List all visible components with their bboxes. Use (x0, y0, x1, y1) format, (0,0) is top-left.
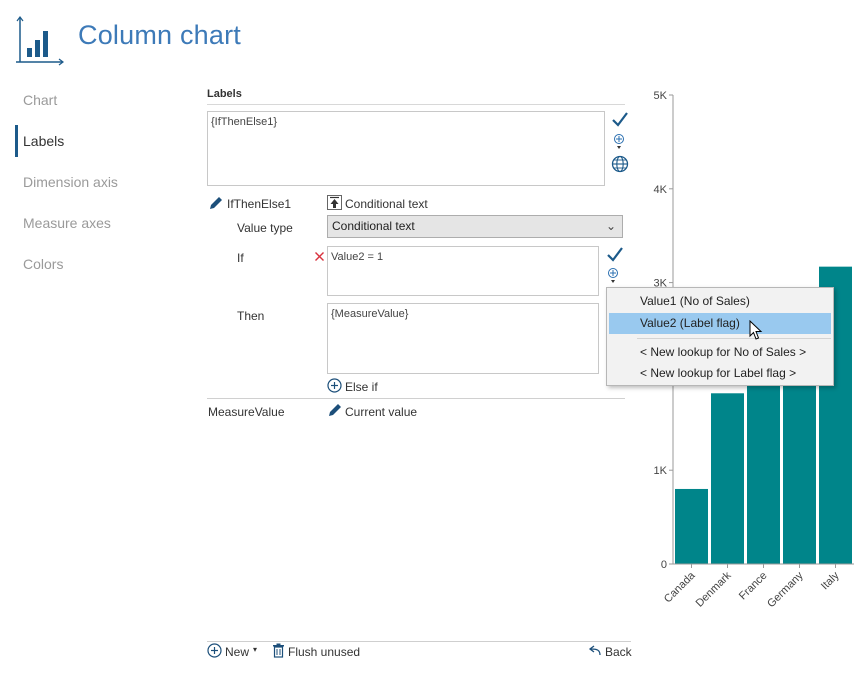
chevron-down-icon: ⌄ (605, 219, 616, 233)
y-tick-label: 4K (654, 184, 668, 196)
new-button[interactable]: New (225, 645, 249, 659)
section-title: Labels (207, 88, 242, 100)
nav-item-measure-axes[interactable]: Measure axes (23, 215, 111, 231)
globe-icon[interactable] (611, 155, 629, 173)
apply-check-icon[interactable] (611, 111, 629, 129)
conditional-text-button[interactable]: Conditional text (345, 197, 428, 211)
value-type-select[interactable]: Conditional text ⌄ (327, 215, 623, 238)
nav-item-dimension-axis[interactable]: Dimension axis (23, 174, 118, 190)
labels-expression-input[interactable]: {IfThenElse1} (207, 111, 605, 186)
y-tick-label: 0 (661, 559, 667, 571)
bar-france (747, 381, 780, 564)
nav-item-chart[interactable]: Chart (23, 92, 57, 108)
dropdown-separator (637, 338, 831, 339)
apply-check-icon[interactable] (606, 246, 624, 264)
bar-denmark (711, 393, 744, 564)
upload-icon[interactable] (327, 195, 342, 210)
else-if-button[interactable]: Else if (345, 380, 378, 394)
mouse-cursor-icon (749, 319, 765, 342)
insert-field-icon[interactable] (607, 267, 619, 285)
section-divider (207, 104, 625, 105)
edit-pencil-icon[interactable] (327, 402, 343, 418)
nav-item-colors[interactable]: Colors (23, 256, 63, 272)
x-tick-label: Italy (819, 569, 842, 592)
if-label: If (237, 251, 244, 265)
y-tick-label: 1K (654, 465, 668, 477)
new-dropdown-arrow-icon[interactable]: ▾ (253, 645, 257, 654)
page-title: Column chart (78, 20, 241, 50)
add-circle-icon[interactable] (327, 378, 342, 393)
divider (207, 398, 625, 399)
x-tick-label: France (737, 570, 770, 603)
add-circle-icon[interactable] (207, 643, 222, 658)
then-value-input[interactable]: {MeasureValue} (327, 303, 599, 374)
dropdown-item-lookup-label-flag[interactable]: < New lookup for Label flag > (609, 363, 831, 384)
ifthenelse-name: IfThenElse1 (227, 197, 292, 211)
trash-icon[interactable] (272, 643, 285, 658)
value-type-label: Value type (237, 221, 293, 235)
x-tick-label: Canada (662, 569, 698, 605)
chart-type-icon (14, 16, 64, 66)
remove-condition-icon[interactable] (314, 251, 325, 262)
flush-unused-button[interactable]: Flush unused (288, 645, 360, 659)
insert-field-icon[interactable] (613, 133, 625, 151)
dropdown-item-lookup-no-of-sales[interactable]: < New lookup for No of Sales > (609, 342, 831, 363)
back-arrow-icon[interactable] (588, 645, 602, 657)
x-tick-label: Denmark (694, 569, 734, 609)
dropdown-item-value1[interactable]: Value1 (No of Sales) (609, 291, 831, 312)
current-value-button[interactable]: Current value (345, 405, 417, 419)
measure-value-name: MeasureValue (208, 405, 285, 419)
if-condition-input[interactable]: Value2 = 1 (327, 246, 599, 296)
nav-active-indicator (15, 125, 18, 157)
x-tick-label: Germany (765, 569, 806, 610)
value-type-selected: Conditional text (332, 219, 415, 233)
nav-item-labels[interactable]: Labels (23, 133, 64, 149)
footer-divider (207, 641, 631, 642)
bar-canada (675, 488, 708, 564)
edit-pencil-icon[interactable] (208, 195, 224, 211)
field-dropdown-menu: Value1 (No of Sales) Value2 (Label flag)… (606, 287, 834, 386)
then-label: Then (237, 309, 265, 323)
back-button[interactable]: Back (605, 645, 632, 659)
y-tick-label: 5K (654, 90, 668, 102)
dropdown-item-value2[interactable]: Value2 (Label flag) (609, 313, 831, 334)
